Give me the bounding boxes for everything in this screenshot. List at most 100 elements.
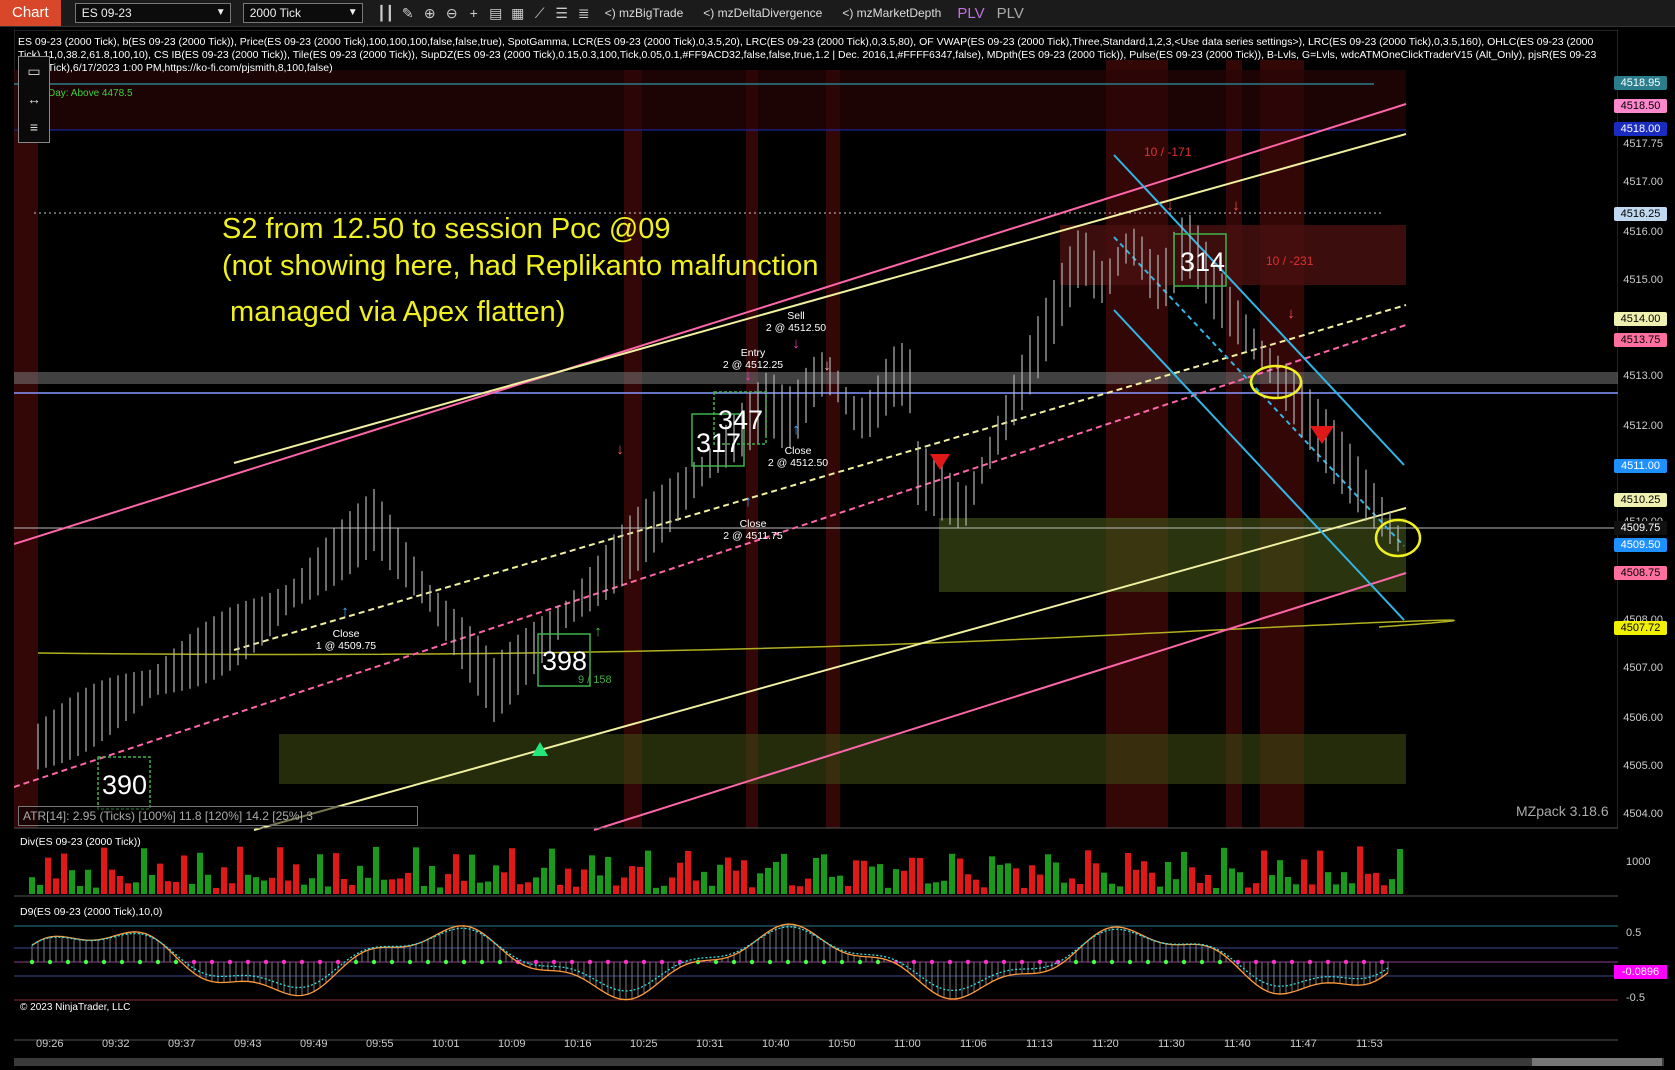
price-tag: 4513.75 — [1614, 333, 1667, 347]
svg-text:↓: ↓ — [1166, 197, 1174, 214]
d9-dot — [623, 959, 629, 965]
div-bar — [661, 885, 667, 894]
properties-icon[interactable]: ☰ — [551, 5, 573, 22]
div-bar — [1101, 872, 1107, 894]
price-tag: 4510.25 — [1614, 493, 1667, 507]
resize-icon[interactable]: ↔ — [19, 85, 49, 113]
sell-label: Sell 2 @ 4512.50 — [765, 310, 827, 334]
time-axis-label: 10:25 — [630, 1038, 658, 1050]
price-tag: 4518.00 — [1614, 122, 1667, 136]
time-axis-label: 11:13 — [1026, 1038, 1053, 1050]
d9-dot — [929, 959, 935, 965]
plv-button-b[interactable]: PLV — [997, 5, 1024, 22]
horizontal-scrollbar[interactable] — [14, 1058, 1664, 1066]
strategies-icon[interactable]: ⟋ — [529, 5, 551, 22]
div-bar — [933, 882, 939, 894]
div-bar — [1381, 885, 1387, 894]
div-bar — [989, 856, 995, 894]
div-bar — [485, 881, 491, 894]
d9-dot — [281, 959, 287, 965]
div-bar — [701, 871, 707, 894]
div-bar — [1301, 859, 1307, 894]
d9-dot — [425, 959, 431, 965]
indicators-icon[interactable]: ▦ — [507, 5, 529, 22]
box-number: 314 — [1180, 247, 1226, 277]
link-mzdeltadivergence[interactable]: <) mzDeltaDivergence — [703, 6, 822, 20]
d9-dot — [551, 959, 557, 965]
div-bar — [421, 886, 427, 894]
close-label: Close 2 @ 4512.50 — [767, 445, 829, 469]
price-tag: 4518.95 — [1614, 76, 1667, 90]
div-bar — [1061, 882, 1067, 894]
div-bar — [549, 848, 555, 894]
d9-dot — [1379, 959, 1385, 965]
div-bar — [1333, 884, 1339, 894]
crosshair-icon[interactable]: + — [463, 5, 485, 21]
d9-dot — [137, 959, 143, 965]
chart-tab[interactable]: Chart — [0, 0, 61, 26]
div-bar — [149, 874, 155, 894]
d9-dot — [911, 959, 917, 965]
menu-icon[interactable]: ≡ — [19, 113, 49, 141]
chevron-down-icon: ▼ — [347, 7, 358, 18]
chart-trader-icon[interactable]: ≣ — [573, 5, 595, 22]
div-bar — [357, 865, 363, 894]
div-bar — [637, 866, 643, 894]
templates-icon[interactable]: ▤ — [485, 5, 507, 22]
div-bar — [773, 862, 779, 894]
price-tag: 4516.25 — [1614, 207, 1667, 221]
price-chart[interactable]: ↓ ↓ ↓ ↓ ↓ ↓ ↓ ↑ ↑ ↑ ↑ — [14, 30, 1618, 1060]
div-bar — [309, 878, 315, 894]
div-bar — [941, 880, 947, 894]
interval-selector[interactable]: 2000 Tick ▼ — [242, 3, 363, 23]
d9-dot — [803, 959, 809, 965]
d9-dot — [767, 959, 773, 965]
bar-type-icon[interactable]: ┃┃ — [375, 5, 397, 22]
d9-dot — [155, 959, 161, 965]
price-axis-label: 4507.00 — [1623, 662, 1663, 674]
zoom-out-icon[interactable]: ⊖ — [441, 5, 463, 22]
div-bar — [757, 873, 763, 894]
time-axis-label: 11:53 — [1356, 1038, 1383, 1050]
d9-dot — [1289, 959, 1295, 965]
div-bar — [693, 880, 699, 894]
d9-dot — [461, 959, 467, 965]
div-bar — [277, 847, 283, 894]
d9-dot — [371, 959, 377, 965]
div-bar — [397, 878, 403, 894]
zoom-in-icon[interactable]: ⊕ — [419, 5, 441, 22]
div-bar — [181, 855, 187, 894]
d9-dot — [713, 959, 719, 965]
d9-dot — [533, 959, 539, 965]
ruler-icon[interactable]: ▭ — [19, 57, 49, 85]
div-bar — [861, 860, 867, 894]
div-bar — [1373, 872, 1379, 894]
div-bar — [157, 863, 163, 894]
d9-dot — [191, 959, 197, 965]
d9-dot — [119, 959, 125, 965]
time-axis-label: 11:30 — [1158, 1038, 1185, 1050]
div-bar — [77, 886, 83, 894]
d9-dot — [821, 959, 827, 965]
link-mzbigtrade[interactable]: <) mzBigTrade — [605, 6, 684, 20]
div-bar — [501, 872, 507, 894]
d9-dot — [335, 959, 341, 965]
pencil-icon[interactable]: ✎ — [397, 5, 419, 22]
instrument-selector[interactable]: ES 09-23 ▼ — [74, 3, 231, 23]
div-bar — [1205, 874, 1211, 894]
div-bar — [45, 857, 51, 894]
div-bar — [477, 882, 483, 894]
div-bar — [1357, 846, 1363, 894]
close-label: Close 1 @ 4509.75 — [315, 628, 377, 652]
div-bar — [653, 887, 659, 894]
price-tag: 4509.50 — [1614, 538, 1667, 552]
link-mzmarketdepth[interactable]: <) mzMarketDepth — [842, 6, 941, 20]
scrollbar-thumb[interactable] — [1532, 1058, 1662, 1066]
demand-zone-upper — [939, 518, 1406, 592]
d9-dot — [1325, 959, 1331, 965]
div-bar — [925, 883, 931, 894]
div-bar — [237, 846, 243, 894]
div-bar — [1093, 863, 1099, 894]
plv-button-a[interactable]: PLV — [957, 5, 984, 22]
d9-dot — [317, 959, 323, 965]
